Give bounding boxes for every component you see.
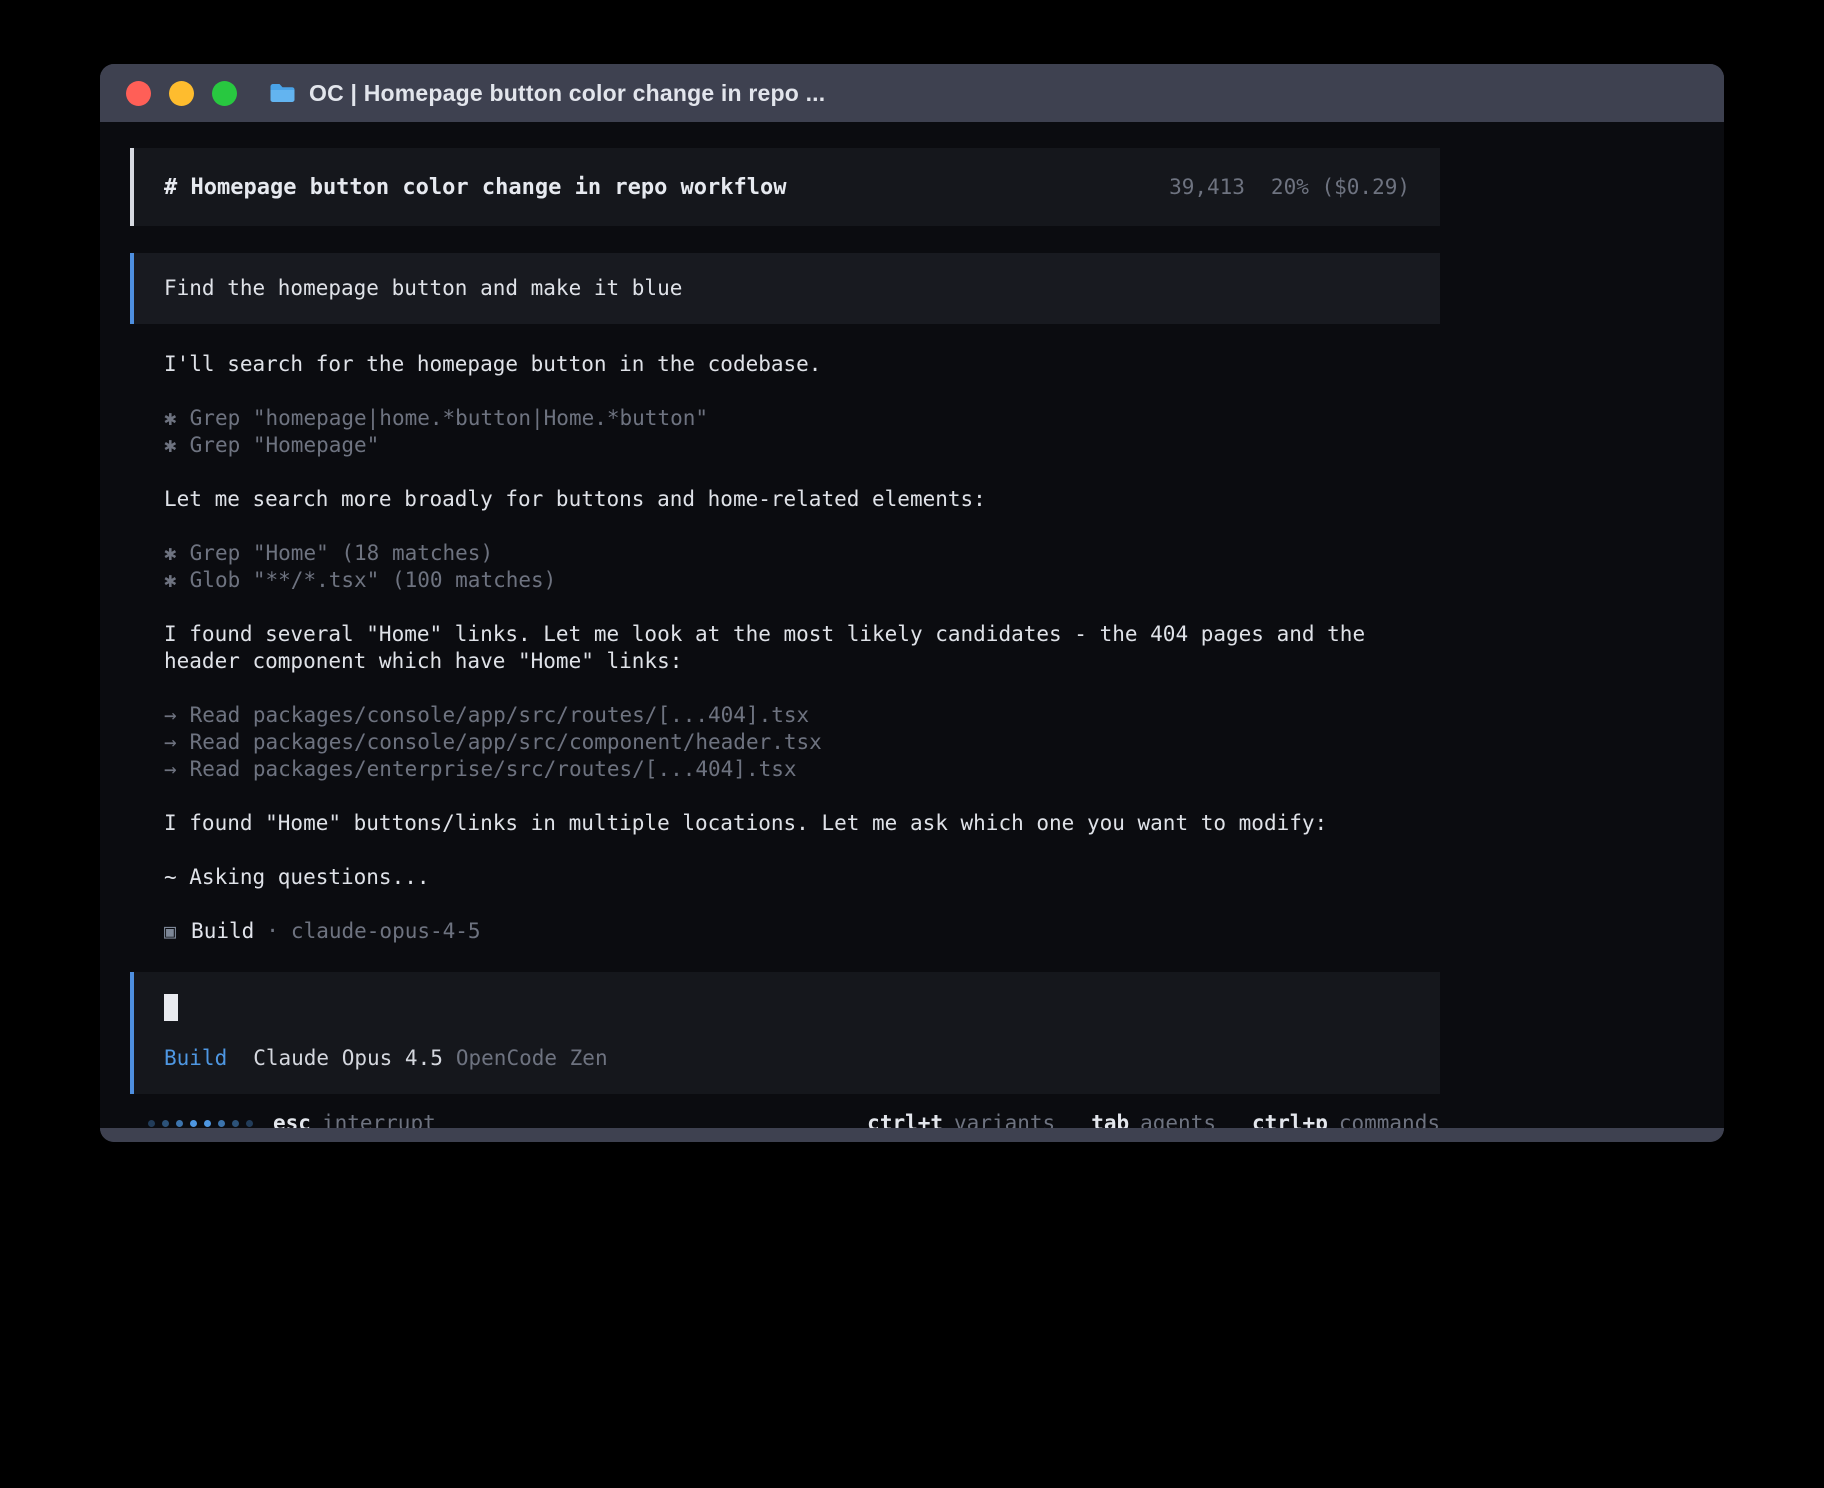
- tool-call: ✱ Grep "Homepage": [164, 432, 1440, 459]
- tool-icon: ✱: [164, 540, 177, 567]
- text-cursor: [164, 994, 178, 1021]
- assistant-text: I found "Home" buttons/links in multiple…: [164, 810, 1409, 837]
- shortcut-label: agents: [1140, 1110, 1216, 1128]
- window-title: OC | Homepage button color change in rep…: [309, 80, 825, 107]
- model-provider: OpenCode Zen: [456, 1045, 608, 1072]
- session-title: # Homepage button color change in repo w…: [164, 174, 787, 201]
- esc-key-hint: esc: [273, 1110, 311, 1128]
- spinner-dots: [148, 1120, 253, 1127]
- tool-call-label: Read packages/enterprise/src/routes/[...…: [190, 757, 797, 781]
- tool-call-label: Grep "homepage|home.*button|Home.*button…: [190, 406, 708, 430]
- assistant-text: Let me search more broadly for buttons a…: [164, 486, 1409, 513]
- spinner-dot: [148, 1120, 155, 1127]
- window-titlebar: OC | Homepage button color change in rep…: [100, 64, 1724, 122]
- spinner-dot: [218, 1120, 225, 1127]
- shortcut-label: variants: [954, 1110, 1055, 1128]
- agent-icon: ▣: [164, 918, 176, 945]
- tool-icon: →: [164, 702, 177, 729]
- status-bar: esc interrupt ctrl+tvariantstabagentsctr…: [130, 1110, 1440, 1128]
- spinner-dot: [162, 1120, 169, 1127]
- separator-dot: ·: [266, 918, 279, 945]
- tool-icon: ✱: [164, 405, 177, 432]
- user-message: Find the homepage button and make it blu…: [130, 253, 1440, 324]
- tool-call: → Read packages/enterprise/src/routes/[..…: [164, 756, 1440, 783]
- tool-call: ✱ Grep "homepage|home.*button|Home.*butto…: [164, 405, 1440, 432]
- spinner-dot: [190, 1120, 197, 1127]
- tool-call: ✱ Glob "**/*.tsx" (100 matches): [164, 567, 1440, 594]
- tool-icon: ✱: [164, 567, 177, 594]
- shortcut-key: ctrl+p: [1252, 1110, 1328, 1128]
- spinner-dot: [176, 1120, 183, 1127]
- tool-call-label: Grep "Homepage": [190, 433, 380, 457]
- tool-call-group: → Read packages/console/app/src/routes/[.…: [164, 702, 1440, 783]
- shortcut-ctrl-t: ctrl+t variants: [867, 1110, 1055, 1128]
- assistant-text: I found several "Home" links. Let me loo…: [164, 621, 1409, 675]
- folder-icon: [269, 82, 296, 104]
- agent-task-row: ▣ Build · claude-opus-4-5: [164, 918, 1440, 945]
- session-header: # Homepage button color change in repo w…: [130, 148, 1440, 226]
- status-bar-left: esc interrupt: [148, 1110, 436, 1128]
- agent-model: claude-opus-4-5: [291, 918, 481, 945]
- tool-icon: ✱: [164, 432, 177, 459]
- terminal-content: # Homepage button color change in repo w…: [100, 122, 1724, 1128]
- conversation: I'll search for the homepage button in t…: [130, 351, 1440, 945]
- prompt-input[interactable]: Build Claude Opus 4.5 OpenCode Zen: [130, 972, 1440, 1094]
- tool-call: → Read packages/console/app/src/component…: [164, 729, 1440, 756]
- tool-call-label: Read packages/console/app/src/routes/[..…: [190, 703, 810, 727]
- spinner-dot: [232, 1120, 239, 1127]
- tool-icon: →: [164, 729, 177, 756]
- tool-call-group: ✱ Grep "Home" (18 matches) ✱ Glob "**/*.tsx…: [164, 540, 1440, 594]
- terminal-window: OC | Homepage button color change in rep…: [100, 64, 1724, 1142]
- tool-call-label: Glob "**/*.tsx" (100 matches): [190, 568, 557, 592]
- esc-key-action: interrupt: [322, 1110, 436, 1128]
- tool-call-label: Read packages/console/app/src/component/…: [190, 730, 822, 754]
- spinner-dot: [204, 1120, 211, 1127]
- agent-mode-label: Build: [164, 1045, 227, 1072]
- session-stats: 39,413 20% ($0.29): [1169, 174, 1410, 201]
- status-text: ~ Asking questions...: [164, 864, 1440, 891]
- minimize-window-button[interactable]: [169, 81, 194, 106]
- shortcut-key: tab: [1091, 1110, 1129, 1128]
- context-usage: 20% ($0.29): [1271, 174, 1410, 201]
- shortcut-ctrl-p: ctrl+p commands: [1252, 1110, 1440, 1128]
- agent-name: Build: [191, 918, 254, 945]
- zoom-window-button[interactable]: [212, 81, 237, 106]
- close-window-button[interactable]: [126, 81, 151, 106]
- token-count: 39,413: [1169, 174, 1245, 201]
- opencode-tui: # Homepage button color change in repo w…: [130, 148, 1440, 1128]
- user-message-text: Find the homepage button and make it blu…: [164, 276, 682, 300]
- tool-call: ✱ Grep "Home" (18 matches): [164, 540, 1440, 567]
- shortcut-label: commands: [1339, 1110, 1440, 1128]
- tool-call-group: ✱ Grep "homepage|home.*button|Home.*butto…: [164, 405, 1440, 459]
- tool-call-label: Grep "Home" (18 matches): [190, 541, 493, 565]
- keyboard-shortcuts: ctrl+t variants tab agents ctrl+p commands: [831, 1110, 1440, 1128]
- window-bottom-frame: [100, 1128, 1724, 1142]
- assistant-text: I'll search for the homepage button in t…: [164, 351, 1409, 378]
- shortcut-tab: tab agents: [1091, 1110, 1216, 1128]
- spinner-dot: [246, 1120, 253, 1127]
- desktop-background: OC | Homepage button color change in rep…: [0, 0, 1824, 1488]
- input-status-row: Build Claude Opus 4.5 OpenCode Zen: [164, 1045, 1410, 1072]
- shortcut-key: ctrl+t: [867, 1110, 943, 1128]
- tool-call: → Read packages/console/app/src/routes/[.…: [164, 702, 1440, 729]
- tool-icon: →: [164, 756, 177, 783]
- model-name: Claude Opus 4.5: [253, 1045, 443, 1072]
